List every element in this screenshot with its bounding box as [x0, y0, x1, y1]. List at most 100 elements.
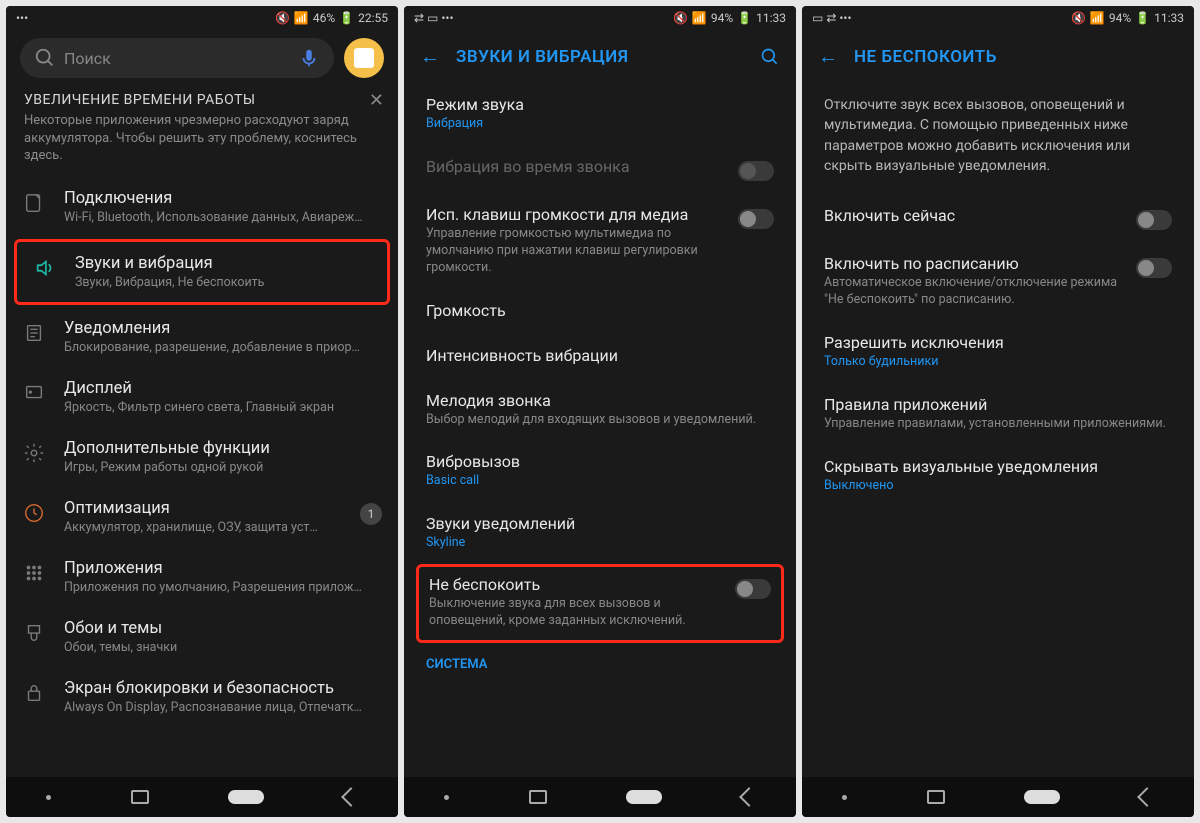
mic-icon[interactable] — [298, 47, 320, 69]
mute-icon: 🔇 — [673, 11, 688, 25]
toggle-switch[interactable] — [735, 579, 771, 599]
setting-volume[interactable]: Громкость — [404, 289, 796, 334]
setting-sub: Управление правилами, установленными при… — [824, 416, 1172, 433]
nav-dot — [46, 795, 51, 800]
setting-sub: Выключено — [824, 478, 1172, 495]
search-icon[interactable] — [760, 47, 780, 67]
wifi-icon: 📶 — [294, 11, 309, 25]
toggle-switch[interactable] — [1136, 210, 1172, 230]
setting-title: Правила приложений — [824, 395, 1172, 414]
item-connections[interactable]: Подключения Wi-Fi, Bluetooth, Использован… — [6, 177, 398, 237]
nav-back-button[interactable] — [1137, 787, 1157, 807]
nav-home-button[interactable] — [1024, 790, 1060, 804]
mute-icon: 🔇 — [1071, 11, 1086, 25]
status-icons: ⇄ ▭ ••• — [414, 11, 454, 25]
item-title: Подключения — [64, 189, 382, 208]
setting-sub: Вибрация — [426, 116, 774, 133]
status-bar: ⇄ ▭ ••• 🔇 📶 94% 🔋 11:33 — [404, 6, 796, 30]
tip-text: Некоторые приложения чрезмерно расходуют… — [24, 112, 380, 165]
item-advanced[interactable]: Дополнительные функцииИгры, Режим работы… — [6, 427, 398, 487]
item-title: Уведомления — [64, 319, 382, 338]
header: ← НЕ БЕСПОКОИТЬ — [802, 30, 1194, 83]
setting-app-rules[interactable]: Правила приложений Управление правилами,… — [802, 383, 1194, 445]
nav-home-button[interactable] — [626, 790, 662, 804]
settings-list: Включить сейчас Включить по расписанию А… — [802, 194, 1194, 777]
setting-vibrate-on-ring[interactable]: Вибрация во время звонка — [404, 145, 796, 193]
avatar[interactable] — [344, 38, 384, 78]
item-title: Экран блокировки и безопасность — [64, 679, 382, 698]
nav-recent-button[interactable] — [529, 790, 547, 804]
item-title: Дисплей — [64, 379, 382, 398]
search-input[interactable]: Поиск — [20, 38, 334, 78]
setting-ringtone[interactable]: Мелодия звонка Выбор мелодий для входящи… — [404, 379, 796, 441]
wifi-icon: 📶 — [692, 11, 707, 25]
item-sounds-vibration[interactable]: Звуки и вибрацияЗвуки, Вибрация, Не бесп… — [14, 239, 390, 305]
item-wallpapers[interactable]: Обои и темыОбои, темы, значки — [6, 607, 398, 667]
phone-dnd: ▭ ⇄ ••• 🔇 📶 94% 🔋 11:33 ← НЕ БЕСПОКОИТЬ … — [802, 6, 1194, 817]
nav-back-button[interactable] — [739, 787, 759, 807]
setting-title: Звуки уведомлений — [426, 514, 774, 533]
setting-title: Вибрация во время звонка — [426, 157, 728, 176]
setting-sub: Автоматическое включение/отключение режи… — [824, 275, 1126, 309]
setting-sub: Только будильники — [824, 354, 1172, 371]
settings-list: Режим звука Вибрация Вибрация во время з… — [404, 83, 796, 777]
battery-tip-card[interactable]: УВЕЛИЧЕНИЕ ВРЕМЕНИ РАБОТЫ Некоторые прил… — [6, 86, 398, 177]
item-sub: Приложения по умолчанию, Разрешения прил… — [64, 580, 382, 595]
item-optimization[interactable]: ОптимизацияАккумулятор, хранилище, ОЗУ, … — [6, 487, 398, 547]
battery-icon: 🔋 — [737, 11, 752, 25]
item-sub: Wi-Fi, Bluetooth, Использование данных, … — [64, 210, 382, 225]
page-title: НЕ БЕСПОКОИТЬ — [854, 47, 997, 67]
setting-title: Включить по расписанию — [824, 254, 1126, 273]
toggle-switch[interactable] — [738, 161, 774, 181]
setting-turn-on-now[interactable]: Включить сейчас — [802, 194, 1194, 242]
search-row: Поиск — [6, 30, 398, 86]
setting-title: Исп. клавиш громкости для медиа — [426, 205, 728, 224]
nav-dot — [444, 795, 449, 800]
setting-sub: Управление громкостью мультимедиа по умо… — [426, 226, 728, 277]
close-icon[interactable]: ✕ — [369, 90, 384, 111]
nav-back-button[interactable] — [341, 787, 361, 807]
setting-media-volume-keys[interactable]: Исп. клавиш громкости для медиа Управлен… — [404, 193, 796, 289]
setting-sub: Выключение звука для всех вызовов и опов… — [429, 596, 725, 630]
clock-text: 11:33 — [1154, 11, 1184, 25]
item-title: Звуки и вибрация — [75, 254, 371, 273]
battery-icon: 🔋 — [1135, 11, 1150, 25]
setting-schedule[interactable]: Включить по расписанию Автоматическое вк… — [802, 242, 1194, 321]
setting-dnd[interactable]: Не беспокоить Выключение звука для всех … — [416, 564, 784, 643]
item-sub: Always On Display, Распознавание лица, О… — [64, 700, 382, 715]
setting-sub: Basic call — [426, 473, 774, 490]
toggle-switch[interactable] — [1136, 258, 1172, 278]
sound-icon — [33, 256, 57, 280]
settings-list: Подключения Wi-Fi, Bluetooth, Использован… — [6, 177, 398, 777]
back-arrow-icon[interactable]: ← — [420, 44, 440, 69]
connections-icon — [22, 191, 46, 215]
item-sub: Обои, темы, значки — [64, 640, 382, 655]
status-icons: ▭ ⇄ ••• — [812, 11, 852, 25]
item-display[interactable]: ДисплейЯркость, Фильтр синего света, Гла… — [6, 367, 398, 427]
setting-vibration-pattern[interactable]: Вибровызов Basic call — [404, 440, 796, 502]
setting-title: Режим звука — [426, 95, 774, 114]
toggle-switch[interactable] — [738, 209, 774, 229]
setting-vibration-intensity[interactable]: Интенсивность вибрации — [404, 334, 796, 379]
nav-home-button[interactable] — [228, 790, 264, 804]
status-notif-icon: ••• — [16, 11, 28, 25]
item-apps[interactable]: ПриложенияПриложения по умолчанию, Разре… — [6, 547, 398, 607]
optimization-icon — [22, 501, 46, 525]
setting-sub: Выбор мелодий для входящих вызовов и уве… — [426, 412, 774, 429]
item-notifications[interactable]: УведомленияБлокирование, разрешение, доб… — [6, 307, 398, 367]
setting-title: Разрешить исключения — [824, 333, 1172, 352]
item-sub: Аккумулятор, хранилище, ОЗУ, защита уст… — [64, 520, 342, 535]
battery-icon: 🔋 — [339, 11, 354, 25]
setting-title: Не беспокоить — [429, 575, 725, 594]
nav-recent-button[interactable] — [131, 790, 149, 804]
nav-bar — [802, 777, 1194, 817]
nav-recent-button[interactable] — [927, 790, 945, 804]
battery-text: 94% — [1109, 11, 1131, 25]
setting-allow-exceptions[interactable]: Разрешить исключения Только будильники — [802, 321, 1194, 383]
setting-notification-sounds[interactable]: Звуки уведомлений Skyline — [404, 502, 796, 564]
setting-sound-mode[interactable]: Режим звука Вибрация — [404, 83, 796, 145]
item-lockscreen[interactable]: Экран блокировки и безопасность Always On… — [6, 667, 398, 727]
back-arrow-icon[interactable]: ← — [818, 44, 838, 69]
setting-hide-visual[interactable]: Скрывать визуальные уведомления Выключен… — [802, 445, 1194, 507]
setting-title: Включить сейчас — [824, 206, 1126, 225]
